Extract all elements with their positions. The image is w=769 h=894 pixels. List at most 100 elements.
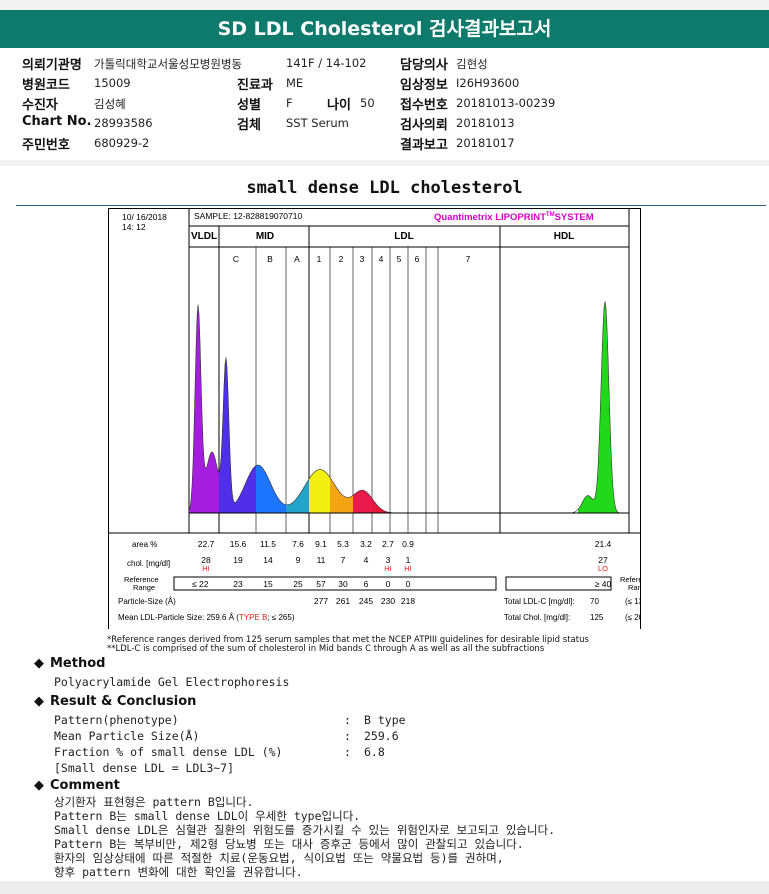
area-value: 0.9 bbox=[402, 539, 414, 549]
group-label: HDL bbox=[554, 231, 575, 242]
title-divider bbox=[16, 205, 766, 206]
method-text: Polyacrylamide Gel Electrophoresis bbox=[54, 675, 290, 689]
brand-name: Quantimetrix LIPOPRINT bbox=[434, 212, 546, 223]
flag-value: LO bbox=[598, 564, 608, 573]
subclass-label: C bbox=[233, 254, 239, 264]
mean-size: Mean LDL-Particle Size: 259.6 Å (TYPE B;… bbox=[118, 613, 295, 622]
subclass-label: A bbox=[294, 254, 300, 264]
dept-value: ME bbox=[286, 76, 304, 90]
group-label: VLDL bbox=[191, 231, 217, 242]
ref-label-2: Range bbox=[133, 583, 155, 592]
chol-value: 11 bbox=[317, 555, 326, 565]
result-heading: ◆ Result & Conclusion bbox=[34, 694, 196, 709]
comment-heading-text: Comment bbox=[50, 778, 120, 793]
ref-label-right-2: Range bbox=[628, 583, 641, 592]
lipoprint-chart: 10/ 16/2018 14: 12 SAMPLE: 12-8288190707… bbox=[108, 208, 655, 630]
chol-value: 7 bbox=[341, 555, 346, 565]
total-chol-label: Total Chol. [mg/dl]: bbox=[504, 613, 570, 622]
area-value: 3.2 bbox=[360, 539, 372, 549]
area-value: 7.6 bbox=[292, 539, 304, 549]
patient-value: 김성혜 bbox=[94, 97, 126, 111]
ref-value: ≥ 40 bbox=[595, 579, 612, 589]
clinical-value: I26H93600 bbox=[456, 76, 520, 90]
age-label: 나이 bbox=[327, 98, 351, 113]
ref-value: 23 bbox=[233, 579, 243, 589]
method-heading: ◆ Method bbox=[34, 656, 105, 671]
brand-tm: TM bbox=[546, 212, 555, 218]
ref-value: 0 bbox=[386, 579, 391, 589]
lipoprint-svg: 10/ 16/2018 14: 12 SAMPLE: 12-8288190707… bbox=[108, 208, 655, 630]
area-value: 2.7 bbox=[382, 539, 394, 549]
flag-value: HI bbox=[202, 564, 210, 573]
clinical-label: 임상정보 bbox=[400, 78, 448, 93]
mean-type: TYPE B bbox=[239, 613, 267, 622]
hospital-code-value: 15009 bbox=[94, 76, 131, 90]
chol-value: 9 bbox=[296, 555, 301, 565]
ref-value: 57 bbox=[316, 579, 326, 589]
report-header-title: SD LDL Cholesterol 검사결과보고서 bbox=[217, 18, 552, 40]
chart-no-value: 28993586 bbox=[94, 116, 153, 130]
ward-value: 141F / 14-102 bbox=[286, 56, 367, 70]
chol-value: 4 bbox=[364, 555, 369, 565]
chol-value: 14 bbox=[263, 555, 273, 565]
band-area bbox=[309, 469, 330, 513]
group-label: LDL bbox=[394, 231, 413, 242]
flag-value: HI bbox=[384, 564, 392, 573]
total-ldl-label: Total LDL-C [mg/dl]: bbox=[504, 597, 575, 606]
report-date-value: 20181017 bbox=[456, 136, 515, 150]
particle-size-value: 230 bbox=[381, 596, 395, 606]
chart-date: 10/ 16/2018 bbox=[122, 212, 167, 222]
diamond-bullet-icon: ◆ bbox=[34, 778, 44, 793]
subclass-label: 1 bbox=[317, 254, 322, 264]
result-heading-text: Result & Conclusion bbox=[50, 694, 197, 709]
particle-size-value: 245 bbox=[359, 596, 373, 606]
area-label: area % bbox=[132, 540, 157, 549]
mean-tail: ; ≤ 265) bbox=[267, 613, 294, 622]
subclass-label: 7 bbox=[466, 254, 471, 264]
result-row-value: 6.8 bbox=[364, 745, 385, 759]
request-label: 검사의뢰 bbox=[400, 118, 448, 133]
report-date-label: 결과보고 bbox=[400, 138, 448, 153]
diamond-bullet-icon: ◆ bbox=[34, 656, 44, 671]
result-row-label: Mean Particle Size(Å) bbox=[54, 729, 200, 743]
specimen-label: 검체 bbox=[237, 118, 261, 133]
chol-value: 19 bbox=[233, 555, 243, 565]
sex-value: F bbox=[286, 96, 293, 110]
receipt-value: 20181013-00239 bbox=[456, 96, 556, 110]
area-value: 5.3 bbox=[337, 539, 349, 549]
chart-time: 14: 12 bbox=[122, 222, 146, 232]
subclass-label: 6 bbox=[415, 254, 420, 264]
page-footer bbox=[0, 881, 769, 894]
flag-value: HI bbox=[404, 564, 412, 573]
specimen-value: SST Serum bbox=[286, 116, 349, 130]
report-header: SD LDL Cholesterol 검사결과보고서 bbox=[0, 10, 769, 48]
doctor-value: 김현성 bbox=[456, 57, 488, 71]
diamond-bullet-icon: ◆ bbox=[34, 694, 44, 709]
result-row-colon: : bbox=[344, 729, 351, 743]
patient-info-panel: 의뢰기관명 가톨릭대학교서울성모병원병동 141F / 14-102 담당의사 … bbox=[0, 48, 769, 160]
subclass-label: 5 bbox=[397, 254, 402, 264]
ref-value: ≤ 22 bbox=[192, 579, 209, 589]
result-row-label: Pattern(phenotype) bbox=[54, 713, 179, 727]
particle-label: Particle-Size (Å) bbox=[118, 597, 176, 606]
result-footnote: [Small dense LDL = LDL3~7] bbox=[54, 761, 235, 775]
rrn-value: 680929-2 bbox=[94, 136, 150, 150]
area-value: 15.6 bbox=[230, 539, 247, 549]
particle-size-value: 218 bbox=[401, 596, 415, 606]
note-line-2: **LDL-C is comprised of the sum of chole… bbox=[107, 644, 545, 654]
total-chol-value: 125 bbox=[590, 613, 604, 622]
ref-value: 25 bbox=[293, 579, 303, 589]
report-body: small dense LDL cholesterol 10/ 16/2018 … bbox=[0, 166, 769, 881]
subclass-label: B bbox=[267, 254, 273, 264]
ref-value: 30 bbox=[338, 579, 348, 589]
group-label: MID bbox=[256, 231, 274, 242]
total-chol-ref: (≤ 200) bbox=[625, 613, 641, 622]
institution-value: 가톨릭대학교서울성모병원병동 bbox=[94, 57, 243, 71]
subclass-label: 4 bbox=[379, 254, 384, 264]
subclass-label: 3 bbox=[360, 254, 365, 264]
comment-line: 향후 pattern 변화에 대한 확인을 권유합니다. bbox=[54, 865, 303, 879]
ref-value: 6 bbox=[364, 579, 369, 589]
result-row-value: B type bbox=[364, 713, 406, 727]
total-ldl-ref: (≤ 130) bbox=[625, 597, 641, 606]
particle-size-value: 261 bbox=[336, 596, 350, 606]
